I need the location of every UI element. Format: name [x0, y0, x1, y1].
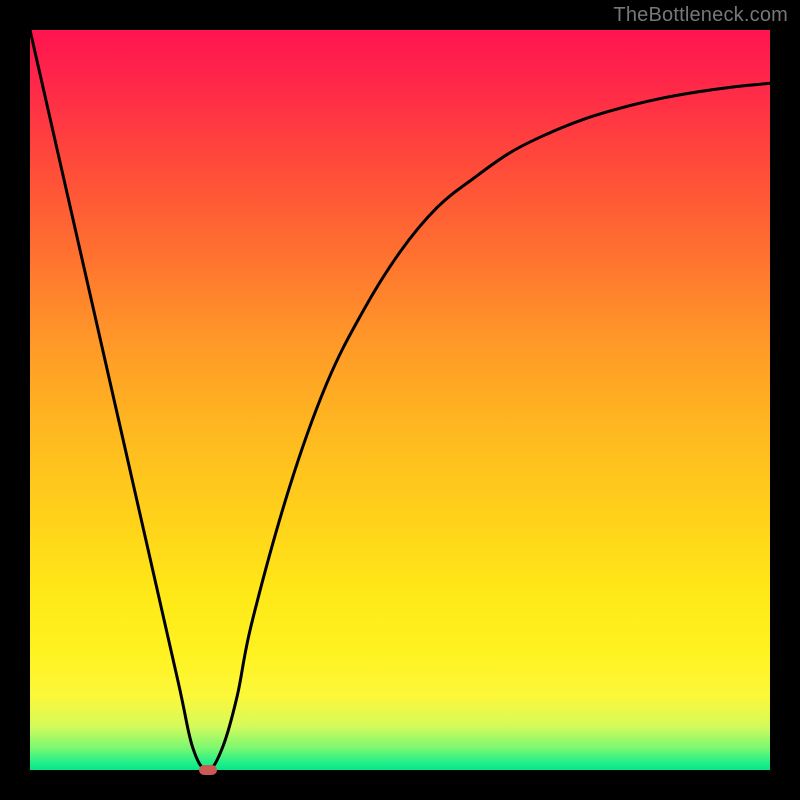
plot-area — [30, 30, 770, 770]
bottleneck-curve-path — [30, 30, 770, 770]
min-marker — [199, 765, 217, 775]
curve-svg — [30, 30, 770, 770]
watermark-text: TheBottleneck.com — [613, 4, 788, 27]
chart-frame: TheBottleneck.com — [0, 0, 800, 800]
